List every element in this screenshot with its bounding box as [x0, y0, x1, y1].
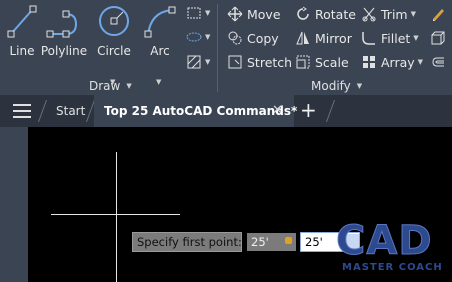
explode-tool[interactable] [430, 30, 446, 50]
trim-tool[interactable]: Trim ▼ [361, 6, 416, 22]
ellipse-tool[interactable]: ▼ [186, 30, 210, 44]
scale-label: Scale [315, 54, 349, 70]
circle-label: Circle [97, 44, 131, 58]
stretch-tool[interactable]: Stretch [227, 54, 292, 70]
circle-label-row: Circle [97, 44, 131, 58]
fillet-icon [361, 30, 377, 46]
line-icon [7, 5, 37, 38]
tab-start[interactable]: Start [56, 104, 85, 118]
move-label: Move [247, 6, 281, 22]
arc-label: Arc [150, 44, 170, 58]
copy-icon [227, 30, 243, 46]
line-label: Line [9, 44, 35, 58]
erase-icon [433, 9, 444, 21]
modify-panel-title[interactable]: Modify ▼ [311, 79, 362, 93]
array-dropdown-icon[interactable]: ▼ [418, 58, 423, 66]
lock-icon [285, 237, 292, 244]
mirror-label: Mirror [315, 30, 352, 46]
modify-panel-dropdown-icon: ▼ [356, 82, 363, 90]
rectangle-dropdown-icon[interactable]: ▼ [205, 9, 210, 17]
mirror-icon [295, 30, 311, 46]
x-coordinate-value: 25' [251, 235, 269, 249]
rotate-icon [295, 6, 311, 22]
fillet-label: Fillet [381, 30, 411, 46]
x-coordinate-input[interactable]: 25' [247, 233, 296, 251]
copy-tool[interactable]: Copy [227, 30, 279, 46]
hatch-dropdown-icon[interactable]: ▼ [205, 58, 210, 66]
close-tab-icon[interactable]: ✕ [272, 103, 283, 118]
rectangle-tool[interactable]: ▼ [186, 6, 210, 20]
trim-dropdown-icon[interactable]: ▼ [411, 10, 416, 18]
stretch-icon [227, 54, 243, 70]
move-icon [227, 6, 243, 22]
draw-panel-dropdown-icon: ▼ [126, 82, 132, 90]
explode-icon [431, 31, 445, 45]
logo-text-big: CAD [336, 218, 433, 265]
rotate-tool[interactable]: Rotate [295, 6, 356, 22]
arc-icon [144, 6, 176, 38]
copy-label: Copy [247, 30, 279, 46]
ellipse-dropdown-icon[interactable]: ▼ [205, 33, 210, 41]
offset-icon [432, 57, 444, 67]
polyline-label: Polyline [40, 44, 88, 58]
dynamic-input-prompt: Specify first point: [132, 232, 242, 252]
scale-icon [295, 54, 311, 70]
crosshair-horizontal [51, 214, 180, 215]
arc-dropdown-icon[interactable]: ▼ [156, 78, 161, 86]
fillet-dropdown-icon[interactable]: ▼ [413, 34, 418, 42]
erase-tool[interactable] [430, 6, 446, 26]
array-label: Array [381, 54, 415, 70]
ribbon: Line Polyline Circle ▼ Arc ▼ ▼ ▼ ▼ Draw … [0, 0, 452, 95]
tab-active-label: Top 25 AutoCAD Commands* [104, 104, 298, 118]
crosshair-vertical [116, 152, 117, 282]
modify-panel-label: Modify [311, 79, 351, 93]
trim-icon [361, 6, 377, 22]
hatch-tool[interactable]: ▼ [186, 54, 210, 70]
rectangle-icon [187, 7, 201, 19]
trim-label: Trim [381, 6, 408, 22]
offset-tool[interactable] [430, 54, 446, 74]
circle-icon [99, 6, 129, 36]
scale-tool[interactable]: Scale [295, 54, 349, 70]
logo-text-small: MASTER COACH [342, 262, 443, 273]
draw-panel-label: Draw [89, 79, 121, 93]
line-tool[interactable]: Line [4, 4, 40, 58]
array-icon [361, 54, 377, 70]
draw-panel-title[interactable]: Draw ▼ [89, 79, 132, 93]
polyline-tool[interactable]: Polyline [40, 4, 88, 58]
menu-icon[interactable] [13, 104, 31, 118]
new-tab-icon[interactable]: + [300, 98, 317, 122]
stretch-label: Stretch [247, 54, 293, 70]
arc-tool[interactable]: Arc [142, 4, 178, 58]
cad-master-coach-logo: CAD MASTER COACH [336, 218, 448, 282]
circle-tool[interactable]: Circle [96, 4, 132, 58]
move-tool[interactable]: Move [227, 6, 281, 22]
tab-active-drawing[interactable]: Top 25 AutoCAD Commands* [94, 95, 298, 127]
polyline-icon [46, 10, 78, 38]
rotate-label: Rotate [315, 6, 356, 22]
array-tool[interactable]: Array ▼ [361, 54, 423, 70]
fillet-tool[interactable]: Fillet ▼ [361, 30, 419, 46]
hatch-icon [187, 55, 201, 69]
mirror-tool[interactable]: Mirror [295, 30, 352, 46]
y-coordinate-value: 25' [305, 235, 323, 249]
panel-divider [217, 4, 218, 92]
ellipse-icon [186, 32, 202, 42]
